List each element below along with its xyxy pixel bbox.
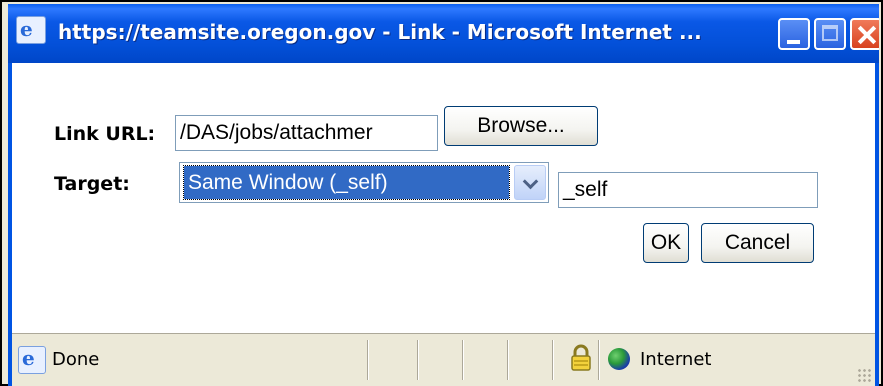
resize-grip[interactable]: [857, 368, 871, 382]
status-divider: [367, 340, 369, 380]
browse-button[interactable]: Browse...: [444, 106, 598, 146]
target-select-value: Same Window (_self): [183, 165, 510, 200]
ok-button[interactable]: OK: [643, 223, 689, 263]
target-select[interactable]: Same Window (_self): [179, 162, 549, 203]
status-divider: [552, 340, 554, 380]
cancel-button[interactable]: Cancel: [701, 223, 814, 263]
link-url-label: Link URL:: [54, 123, 156, 145]
security-zone-text: Internet: [640, 349, 712, 370]
status-bar: e Done Internet: [12, 333, 875, 386]
target-label: Target:: [54, 173, 130, 195]
minimize-button[interactable]: [778, 18, 810, 50]
status-divider: [462, 340, 464, 380]
window-title: https://teamsite.oregon.gov - Link - Mic…: [58, 20, 702, 44]
maximize-button[interactable]: [814, 18, 846, 50]
chevron-down-icon[interactable]: [514, 165, 546, 200]
dialog-outer-frame: e https://teamsite.oregon.gov - Link - M…: [0, 0, 883, 386]
title-bar[interactable]: e https://teamsite.oregon.gov - Link - M…: [8, 4, 879, 63]
status-divider: [417, 340, 419, 380]
status-divider: [507, 340, 509, 380]
dialog-content: Link URL: /DAS/jobs/attachmer Browse... …: [12, 63, 875, 333]
close-button[interactable]: [850, 18, 879, 50]
status-divider: [598, 340, 600, 380]
browser-popup-window: e https://teamsite.oregon.gov - Link - M…: [8, 4, 879, 386]
status-text: Done: [52, 349, 100, 370]
target-text-input[interactable]: _self: [558, 172, 818, 208]
ie-page-icon: e: [18, 346, 46, 374]
globe-icon: [608, 348, 630, 370]
link-url-input[interactable]: /DAS/jobs/attachmer: [175, 115, 438, 151]
ie-icon: e: [16, 16, 46, 44]
lock-icon: [571, 344, 591, 371]
